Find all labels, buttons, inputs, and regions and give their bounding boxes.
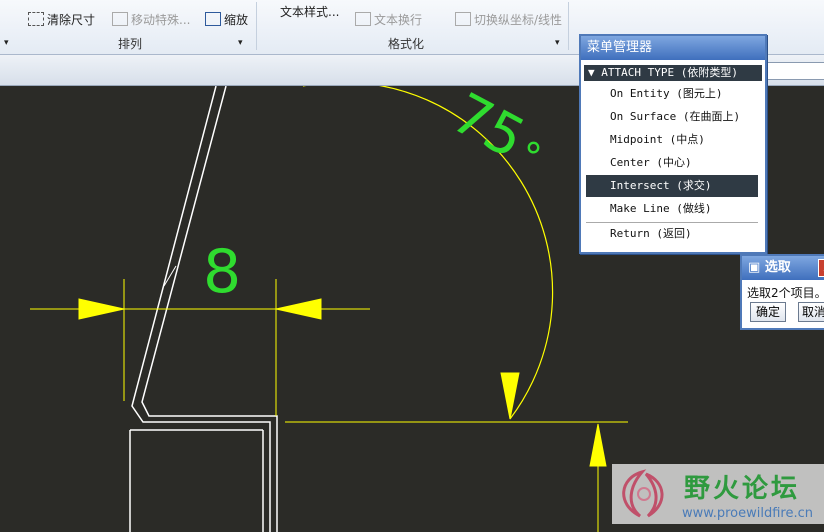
dimension-8[interactable] xyxy=(30,265,370,416)
group-format-label: 格式化 xyxy=(388,37,425,51)
triangle-down-icon: ▼ xyxy=(588,66,602,79)
cancel-button[interactable]: 取消 xyxy=(798,302,824,322)
group-arrange-label: 排列 xyxy=(118,37,143,51)
dimension-75-text[interactable]: 75 xyxy=(441,86,534,172)
group-format-expander[interactable]: ▾ xyxy=(555,36,560,50)
attach-type-header[interactable]: ▼ ATTACH TYPE (依附类型) xyxy=(584,65,762,81)
text-wrap-icon xyxy=(355,12,371,26)
wildfire-logo-icon xyxy=(622,469,664,518)
ordinate-icon xyxy=(455,12,471,26)
ok-button[interactable]: 确定 xyxy=(750,302,786,322)
move-special-label: 移动特殊... xyxy=(131,13,191,27)
select-dialog-title-text: 选取 xyxy=(764,260,791,275)
ribbon-separator xyxy=(568,2,569,50)
clear-dimension-label: 清除尺寸 xyxy=(47,13,96,27)
move-special-button[interactable]: 移动特殊... xyxy=(112,12,190,27)
text-style-button[interactable]: 文本样式... xyxy=(280,5,339,19)
group-left-expander[interactable]: ▾ xyxy=(4,36,9,50)
menu-item-return[interactable]: Return (返回) xyxy=(586,223,758,245)
move-icon xyxy=(112,12,128,26)
toggle-ordinate-button[interactable]: 切换纵坐标/线性 xyxy=(455,12,562,27)
toolbar-input[interactable] xyxy=(760,62,824,80)
menu-item-on-entity[interactable]: On Entity (图元上) xyxy=(586,83,758,105)
attach-type-label: ATTACH TYPE (依附类型) xyxy=(601,66,738,79)
watermark-url: www.proewildfire.cn xyxy=(682,506,813,521)
menu-manager-title: 菜单管理器 xyxy=(581,36,765,60)
close-button[interactable]: X xyxy=(818,259,824,277)
menu-item-make-line[interactable]: Make Line (做线) xyxy=(586,198,758,220)
toggle-ordinate-label: 切换纵坐标/线性 xyxy=(474,13,563,27)
menu-item-on-surface[interactable]: On Surface (在曲面上) xyxy=(586,106,758,128)
watermark: 野火论坛 www.proewildfire.cn xyxy=(612,464,824,524)
menu-item-center[interactable]: Center (中心) xyxy=(586,152,758,174)
text-wrap-label: 文本换行 xyxy=(374,13,423,27)
watermark-text: 野火论坛 xyxy=(684,474,801,504)
grid-icon xyxy=(28,12,44,26)
select-dialog-message: 选取2个项目。 xyxy=(747,286,824,300)
dialog-icon: ▣ xyxy=(748,260,765,275)
scale-icon xyxy=(205,12,221,26)
select-dialog: ▣ 选取 X 选取2个项目。 确定 取消 xyxy=(740,254,824,330)
clear-dimension-button[interactable]: 清除尺寸 xyxy=(28,12,95,27)
scale-button[interactable]: 缩放 xyxy=(205,12,248,27)
menu-manager: 菜单管理器 ▼ ATTACH TYPE (依附类型) On Entity (图元… xyxy=(579,34,767,254)
text-style-label: 文本样式... xyxy=(280,5,340,19)
select-dialog-title: ▣ 选取 xyxy=(742,256,824,280)
ribbon-separator xyxy=(256,2,257,50)
group-arrange-expander[interactable]: ▾ xyxy=(238,36,243,50)
dimension-8-text[interactable]: 8 xyxy=(203,237,241,307)
menu-item-intersect[interactable]: Intersect (求交) xyxy=(586,175,758,197)
text-wrap-button[interactable]: 文本换行 xyxy=(355,12,422,27)
degree-symbol: ° xyxy=(524,135,543,179)
scale-label: 缩放 xyxy=(224,13,249,27)
menu-item-midpoint[interactable]: Midpoint (中点) xyxy=(586,129,758,151)
